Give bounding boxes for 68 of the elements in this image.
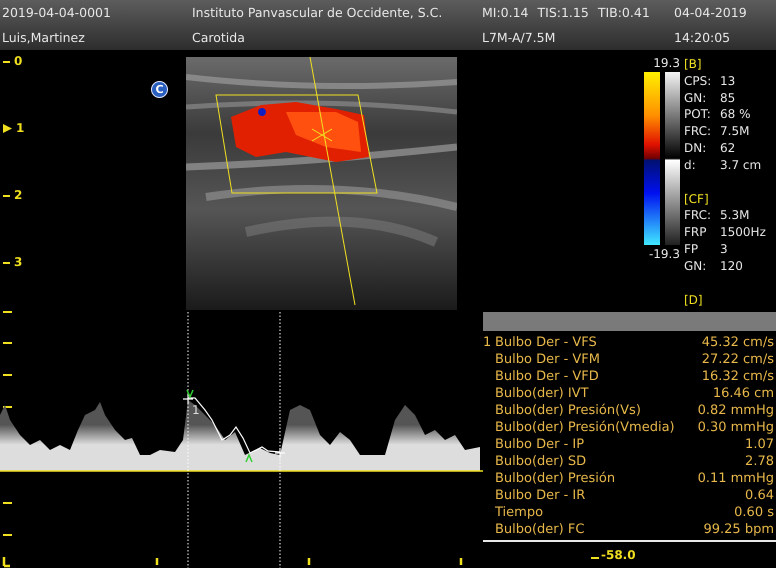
measurement-value: 0.30 mmHg [698,420,774,435]
index-reading: MI:0.14 [482,5,529,20]
measurement-index: 1 [483,335,492,350]
parameter-label: DN: [684,140,708,157]
measurement-value: 16.32 cm/s [702,369,774,384]
parameter-label: FRP [684,224,708,241]
velocity-scale-label: -58.0 [601,548,636,562]
measurement-label: Bulbo(der) IVT [495,386,590,401]
exam-id: 2019-04-04-0001 [2,5,112,20]
parameter-value: 7.5M [720,123,750,140]
measurement-value: 1.07 [745,437,774,452]
measurement-value: 0.11 mmHg [698,471,774,486]
parameter-value: 62 [720,140,736,157]
measurement-value: 2.78 [745,454,774,469]
depth-label: 3 [14,255,22,269]
measurement-value: 16.46 cm [712,386,774,401]
section-title: [D] [684,292,704,308]
parameter-value: 5.3M [720,207,750,224]
measurement-value: 45.32 cm/s [702,335,774,350]
measurement-label: Bulbo(der) SD [495,454,588,469]
section-title: [B] [684,56,703,73]
measurement-value: 0.82 mmHg [698,403,774,418]
parameter-value: 3 [720,240,728,258]
scale-min-label: -19.3 [648,247,680,261]
measurement-label: Bulbo Der - VFD [495,369,600,384]
scale-max-label: 19.3 [653,56,680,70]
measurement-label: Bulbo Der - VFM [495,352,602,367]
institution-name: Instituto Panvascular de Occidente, S.C. [192,5,444,20]
measurement-label: Bulbo Der - VFS [495,335,598,350]
doppler-spectrum-drawing: 1 [0,310,483,568]
index-reading: TIS:1.15 [538,5,589,20]
mode-badge: C [151,81,168,98]
depth-label: 1 [16,121,24,135]
measurement-label: Bulbo Der - IP [495,437,586,452]
parameter-value: 120 [720,258,743,275]
exam-date: 04-04-2019 [674,5,748,20]
depth-label: 2 [14,188,22,202]
parameter-value: 3.7 cm [720,156,762,174]
depth-label: 0 [14,54,22,68]
parameter-value: 1500Hz [720,224,766,241]
parameter-value: 68 % [720,106,750,124]
parameter-label: GN: [684,90,708,106]
section-title: [CF] [684,190,710,208]
measurement-label: Bulbo Der - IR [495,488,586,503]
parameter-label: CPS: [684,72,712,90]
parameter-label: FRC: [684,123,712,140]
measurement-value: 0.64 [745,488,774,503]
parameter-value: 85 [720,90,736,106]
measurement-label: Tiempo [495,505,544,520]
scale-tick [591,557,599,559]
probe-name: L7M-A/7.5M [482,30,556,45]
measurement-value: 0.60 s [734,505,774,520]
parameter-label: FP [684,240,700,258]
parameter-label: FRC: [684,207,712,224]
exam-time: 14:20:05 [674,30,732,45]
parameter-label: GN: [684,258,708,275]
measurement-label: Bulbo(der) Presión(Vs) [495,403,642,418]
parameter-label: d: [684,156,697,174]
measurement-value: 27.22 cm/s [702,352,774,367]
index-reading: TIB:0.41 [598,5,650,20]
measurement-label: Bulbo(der) Presión(Vmedia) [495,420,676,435]
parameter-value: 13 [720,72,736,90]
measurement-label: Bulbo(der) Presión [495,471,616,486]
study-name: Carotida [192,30,246,45]
measurement-value: 99.25 bpm [703,522,774,537]
patient-name: Luis,Martinez [2,30,86,45]
measurement-label: Bulbo(der) FC [495,522,586,537]
parameter-label: POT: [684,106,712,124]
